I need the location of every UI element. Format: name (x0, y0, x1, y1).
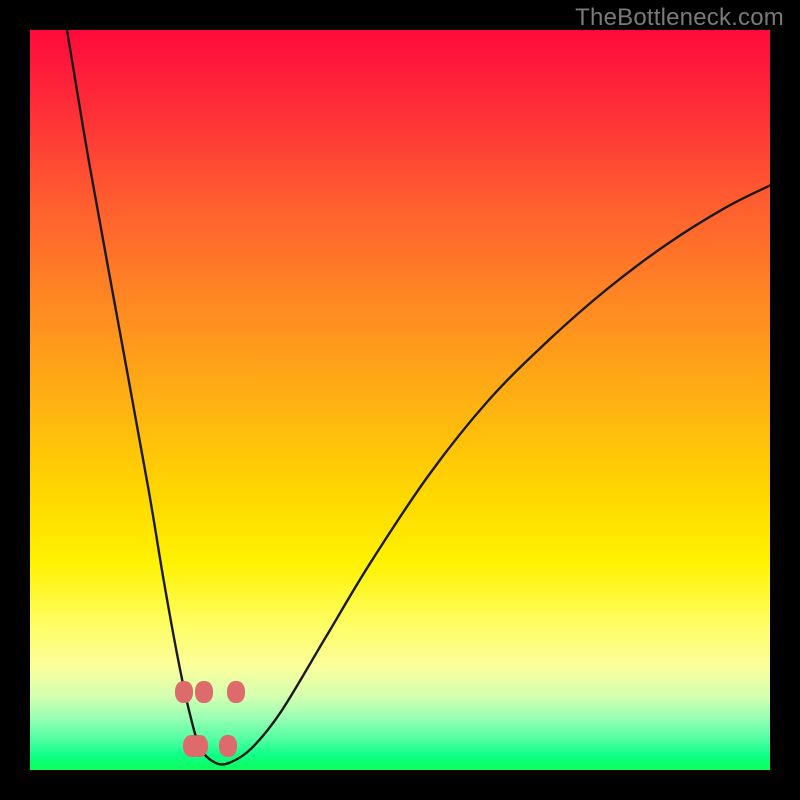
highlight-marker (227, 681, 245, 703)
chart-frame: TheBottleneck.com (0, 0, 800, 800)
highlight-marker (175, 681, 193, 703)
attribution-label: TheBottleneck.com (575, 4, 784, 32)
highlight-marker (219, 735, 237, 757)
highlight-marker (195, 681, 213, 703)
bottleneck-curve (67, 30, 770, 764)
curve-layer (30, 30, 770, 770)
plot-area (30, 30, 770, 770)
highlight-marker (190, 735, 208, 757)
